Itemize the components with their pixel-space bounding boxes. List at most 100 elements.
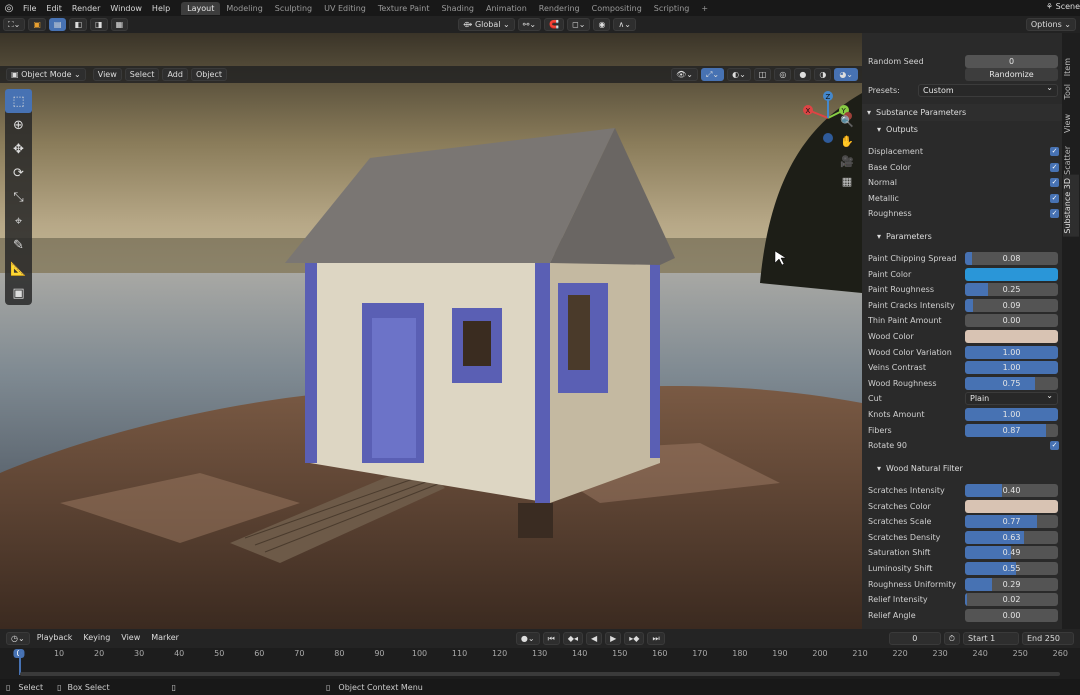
- tab-scripting[interactable]: Scripting: [648, 2, 696, 15]
- timeline-menu-playback[interactable]: Playback: [33, 632, 77, 645]
- blender-logo-icon[interactable]: ◎: [0, 3, 18, 14]
- viewport-menu-select[interactable]: Select: [124, 68, 160, 81]
- gizmo-toggle-icon[interactable]: ⤢⌄: [701, 68, 725, 81]
- proportional-edit-icon[interactable]: ◉: [593, 18, 611, 31]
- rotate-90-checkbox[interactable]: ✓: [1050, 441, 1059, 451]
- fibers-slider[interactable]: 0.87: [965, 423, 1058, 437]
- knots-amount-slider[interactable]: 1.00: [965, 408, 1058, 421]
- jump-end-icon[interactable]: ⏭: [647, 632, 665, 645]
- play-icon[interactable]: ▶: [605, 632, 622, 645]
- timeline-menu-keying[interactable]: Keying: [79, 632, 114, 645]
- viewport-menu-view[interactable]: View: [92, 68, 122, 81]
- move-tool-icon[interactable]: ✥: [5, 137, 32, 161]
- veins-contrast-slider[interactable]: 1.00: [965, 361, 1058, 375]
- select-box-tool-icon[interactable]: ⬚: [5, 89, 32, 113]
- thin-paint-amount-slider[interactable]: 0.00: [965, 314, 1058, 328]
- select-mode-invert-icon[interactable]: ▦: [110, 18, 129, 31]
- scratches-intensity-slider[interactable]: 0.40: [965, 484, 1058, 497]
- roughness-uniformity-slider[interactable]: 0.29: [965, 577, 1058, 591]
- add-cube-tool-icon[interactable]: ▣: [5, 281, 32, 305]
- solid-shading-icon[interactable]: ●: [794, 68, 812, 81]
- paint-chipping-spread-slider[interactable]: 0.08: [965, 252, 1058, 265]
- base-color-checkbox[interactable]: ✓: [1050, 162, 1059, 172]
- visibility-icon[interactable]: 👁⌄: [671, 68, 698, 81]
- menu-window[interactable]: Window: [105, 4, 147, 13]
- relief-intensity-slider[interactable]: 0.02: [965, 593, 1058, 607]
- falloff-icon[interactable]: ∧⌄: [613, 18, 636, 31]
- options-button[interactable]: Options ⌄: [1025, 18, 1076, 31]
- paint-color-color-swatch[interactable]: [965, 267, 1058, 281]
- menu-render[interactable]: Render: [67, 4, 105, 13]
- luminosity-shift-slider[interactable]: 0.55: [965, 562, 1058, 575]
- tab-shading[interactable]: Shading: [435, 2, 480, 15]
- randomize-button[interactable]: Randomize: [965, 68, 1058, 81]
- wood-natural-filter-header[interactable]: ▾ Wood Natural Filter: [862, 460, 1062, 477]
- next-keyframe-icon[interactable]: ▸◆: [624, 632, 645, 645]
- parameters-header[interactable]: ▾ Parameters: [862, 228, 1062, 245]
- normal-checkbox[interactable]: ✓: [1050, 178, 1059, 188]
- sidebar-tab-item[interactable]: Item: [1063, 55, 1079, 79]
- tool-settings-icon[interactable]: ▣: [28, 18, 46, 31]
- menu-edit[interactable]: Edit: [41, 4, 67, 13]
- menu-help[interactable]: Help: [147, 4, 175, 13]
- random-seed-field[interactable]: 0: [965, 55, 1058, 68]
- timeline-scrollbar[interactable]: [20, 672, 1060, 676]
- scale-tool-icon[interactable]: ⤡: [5, 185, 32, 209]
- timeline-editor-icon[interactable]: ◷⌄: [6, 632, 30, 645]
- wood-color-variation-slider[interactable]: 1.00: [965, 345, 1058, 359]
- menu-file[interactable]: File: [18, 4, 41, 13]
- select-mode-new-icon[interactable]: ▤: [48, 18, 67, 31]
- sidebar-tab-tool[interactable]: Tool: [1063, 81, 1079, 103]
- transform-tool-icon[interactable]: ⌖: [5, 209, 32, 233]
- displacement-checkbox[interactable]: ✓: [1050, 147, 1059, 156]
- saturation-shift-slider[interactable]: 0.49: [965, 546, 1058, 560]
- tab-modeling[interactable]: Modeling: [220, 2, 268, 15]
- transform-orientation[interactable]: ⟴ Global ⌄: [458, 18, 515, 31]
- jump-start-icon[interactable]: ⏮: [542, 632, 560, 645]
- end-frame-field[interactable]: End 250: [1022, 632, 1074, 645]
- editor-type-icon[interactable]: ⛶⌄: [3, 18, 26, 31]
- zoom-icon[interactable]: 🔍: [838, 113, 856, 131]
- overlay-icon[interactable]: ◐⌄: [727, 68, 751, 81]
- scene-selector[interactable]: ⚘ Scene: [1046, 2, 1080, 11]
- wireframe-shading-icon[interactable]: ◎: [774, 68, 792, 81]
- start-frame-field[interactable]: Start 1: [963, 632, 1019, 645]
- material-shading-icon[interactable]: ◑: [814, 68, 832, 81]
- timeline-menu-view[interactable]: View: [117, 632, 144, 645]
- snap-icon[interactable]: 🧲: [544, 18, 565, 31]
- viewport-menu-add[interactable]: Add: [162, 68, 188, 81]
- scratches-color-color-swatch[interactable]: [965, 499, 1058, 513]
- tab-sculpting[interactable]: Sculpting: [269, 2, 318, 15]
- pivot-icon[interactable]: ⚯⌄: [517, 18, 542, 31]
- play-reverse-icon[interactable]: ◀: [585, 632, 603, 645]
- cut-dropdown[interactable]: Plain: [965, 392, 1058, 406]
- pan-hand-icon[interactable]: ✋: [838, 133, 856, 151]
- cursor-tool-icon[interactable]: ⊕: [5, 113, 32, 137]
- mode-selector[interactable]: ▣ Object Mode ⌄: [6, 68, 86, 81]
- tab-layout[interactable]: Layout: [181, 1, 221, 15]
- add-workspace-icon[interactable]: +: [695, 2, 714, 15]
- wood-roughness-slider[interactable]: 0.75: [965, 376, 1058, 390]
- paint-cracks-intensity-slider[interactable]: 0.09: [965, 298, 1058, 312]
- paint-roughness-slider[interactable]: 0.25: [965, 283, 1058, 297]
- wood-color-color-swatch[interactable]: [965, 330, 1058, 343]
- camera-icon[interactable]: 🎥: [838, 153, 856, 171]
- tab-uv-editing[interactable]: UV Editing: [318, 2, 372, 15]
- perspective-grid-icon[interactable]: ▦: [838, 173, 856, 191]
- select-mode-subtract-icon[interactable]: ◨: [90, 18, 108, 31]
- xray-icon[interactable]: ◫: [753, 68, 772, 81]
- 3d-viewport[interactable]: ▣ Object Mode ⌄ View Select Add Object 👁⌄ ⤢…: [0, 33, 862, 629]
- metallic-checkbox[interactable]: ✓: [1050, 193, 1059, 203]
- timeline-menu-marker[interactable]: Marker: [147, 632, 183, 645]
- scratches-scale-slider[interactable]: 0.77: [965, 515, 1058, 529]
- snap-target-icon[interactable]: ◻⌄: [567, 18, 591, 31]
- keyframe-dot-icon[interactable]: ●⌄: [515, 632, 540, 645]
- sidebar-tab-view[interactable]: View: [1063, 111, 1079, 136]
- sidebar-tab-substance-3d[interactable]: Substance 3D: [1063, 175, 1079, 237]
- prev-keyframe-icon[interactable]: ◆◂: [562, 632, 583, 645]
- tab-texture-paint[interactable]: Texture Paint: [372, 2, 436, 15]
- current-frame-field[interactable]: 0: [888, 632, 941, 645]
- substance-parameters-header[interactable]: ▾ Substance Parameters: [862, 104, 1062, 121]
- measure-tool-icon[interactable]: 📐: [5, 257, 32, 281]
- presets-dropdown[interactable]: Custom: [918, 84, 1058, 97]
